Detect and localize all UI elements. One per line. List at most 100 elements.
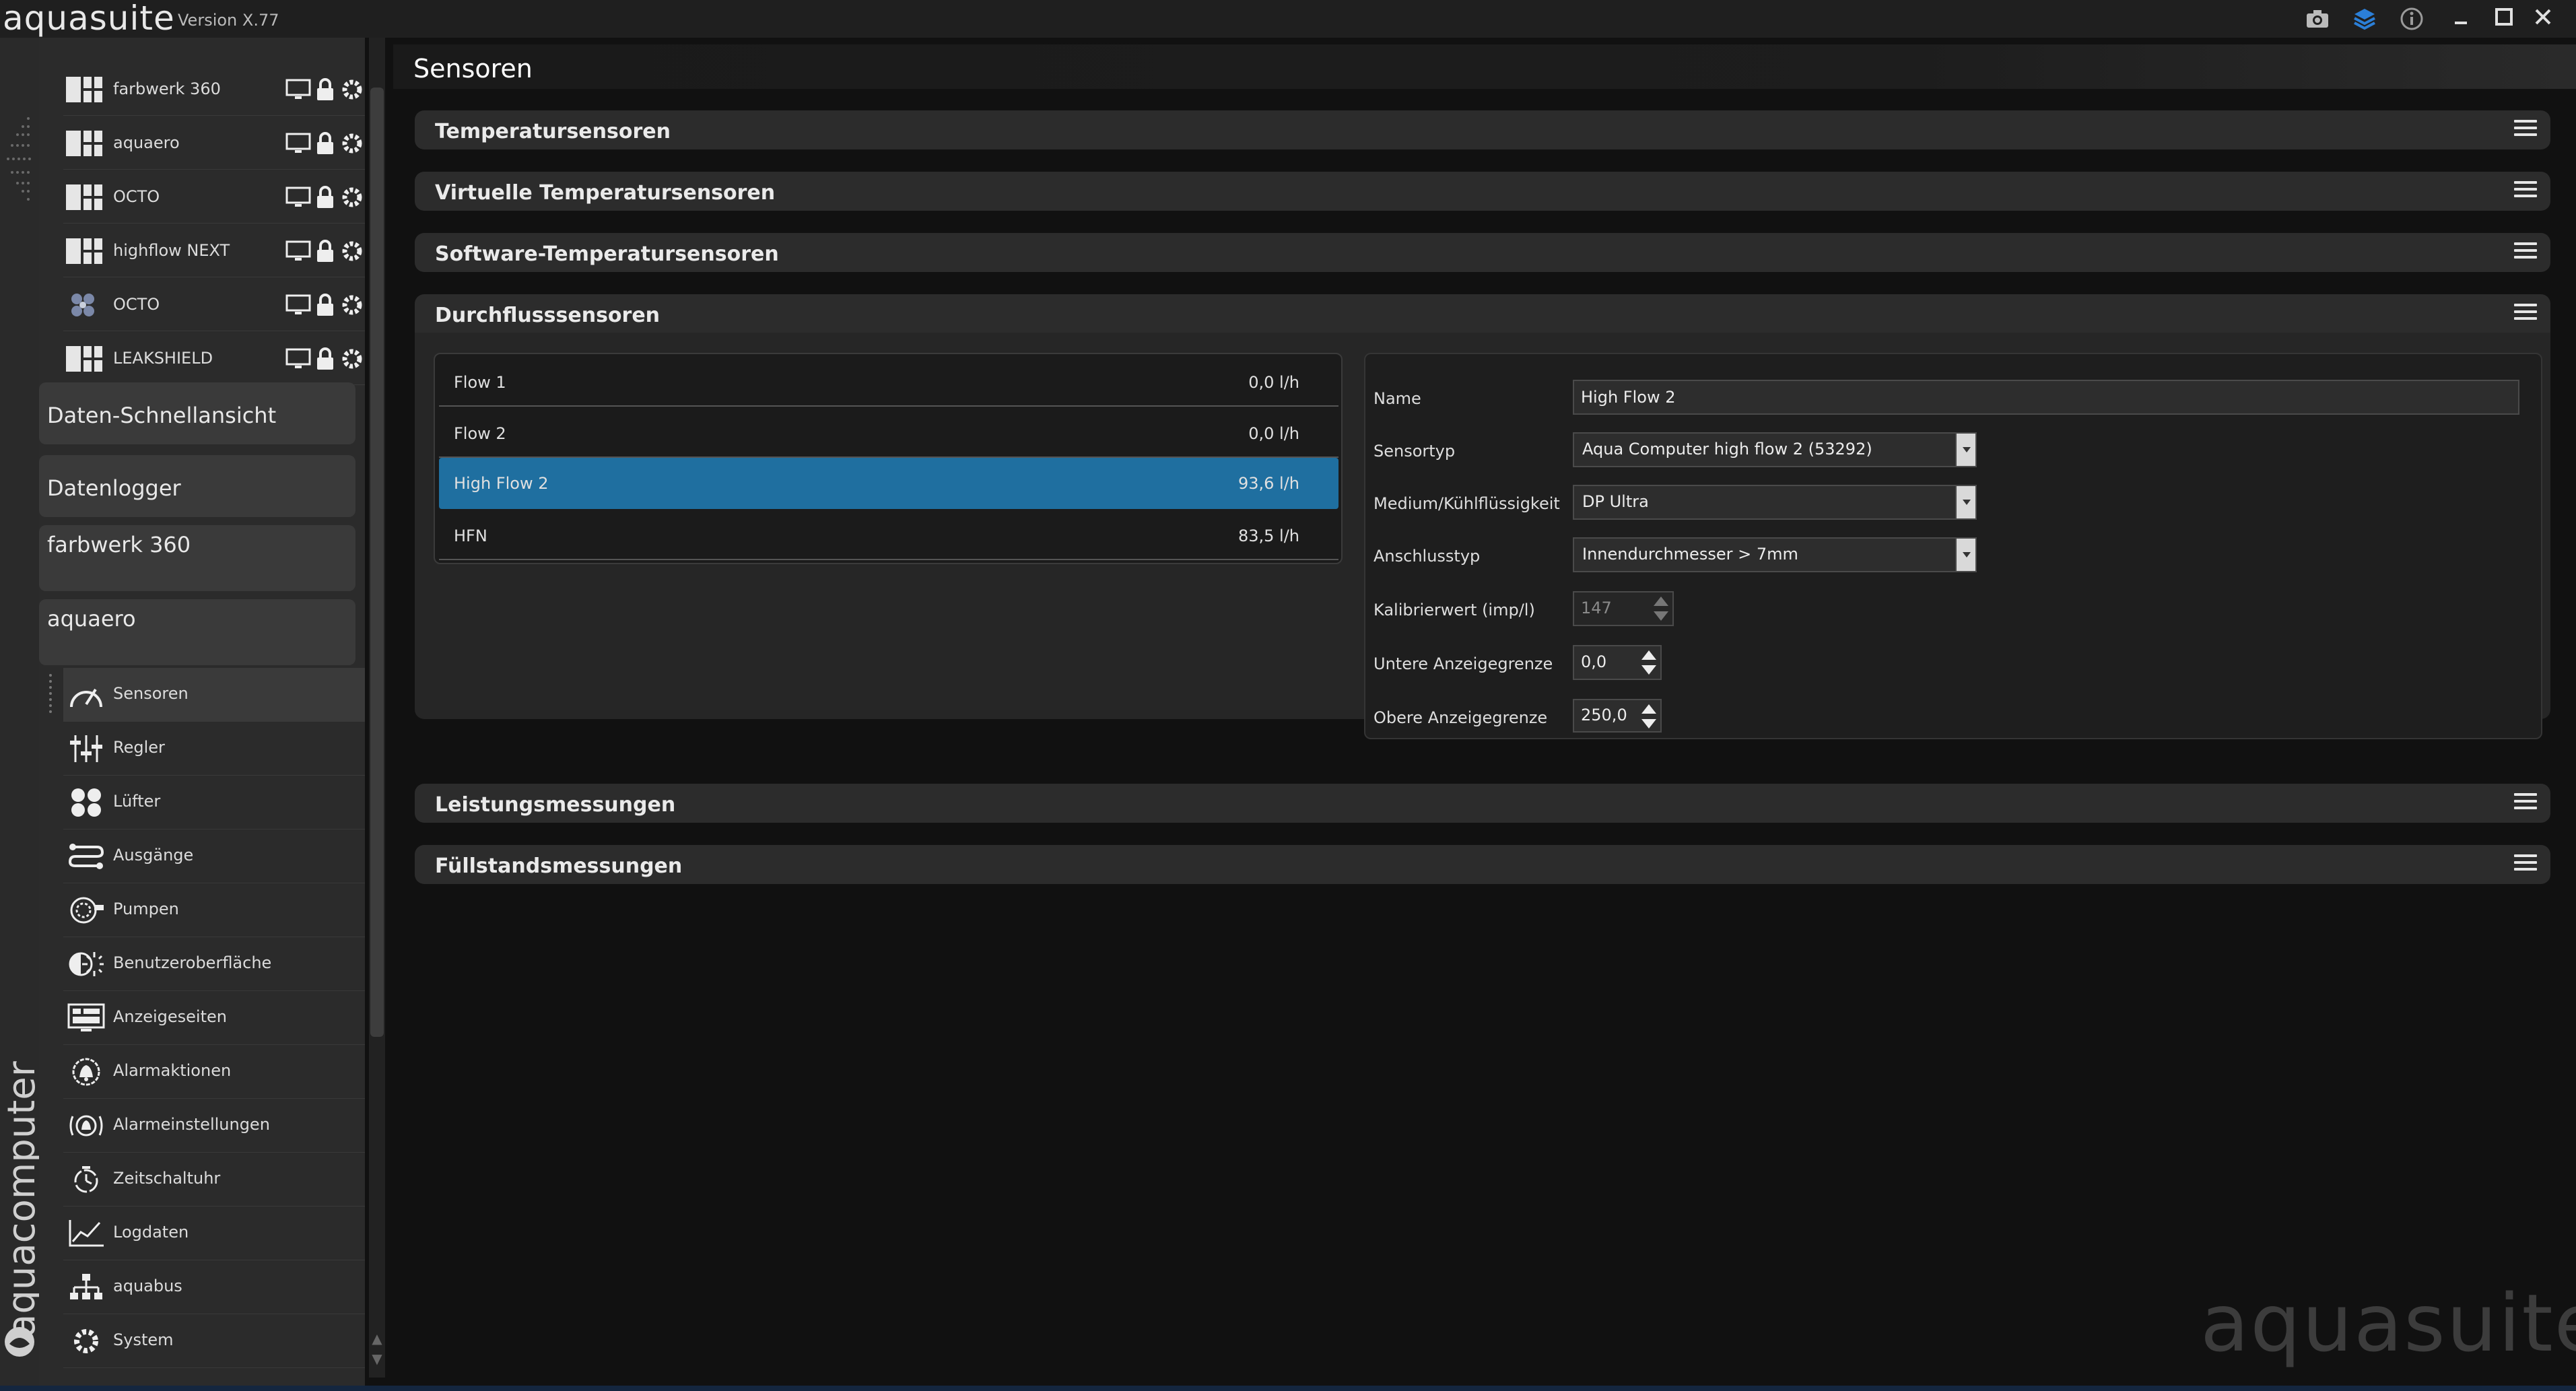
- menu-item-regler[interactable]: Regler: [63, 722, 365, 776]
- accordion-software-temperatursensoren[interactable]: Software-Temperatursensoren: [415, 233, 2550, 272]
- collapse-handle-icon[interactable]: [4, 112, 34, 213]
- accordion-durchflusssensoren[interactable]: Durchflusssensoren: [415, 294, 2550, 333]
- stepper-arrows-icon[interactable]: [1639, 702, 1659, 731]
- sensortype-select[interactable]: Aqua Computer high flow 2 (53292): [1573, 432, 1977, 467]
- flow-list-item[interactable]: Flow 2 0,0 l/h: [439, 408, 1338, 458]
- menu-icon[interactable]: [2514, 854, 2537, 875]
- device-row[interactable]: aquaero: [63, 117, 365, 170]
- gear-icon[interactable]: [339, 346, 365, 372]
- close-button[interactable]: [2526, 0, 2560, 34]
- lock-icon[interactable]: [315, 185, 335, 209]
- connection-select[interactable]: Innendurchmesser > 7mm: [1573, 537, 1977, 572]
- menu-item-system[interactable]: System: [63, 1314, 365, 1368]
- page-title: Sensoren: [413, 54, 533, 83]
- device-row[interactable]: OCTO: [63, 279, 365, 331]
- camera-icon[interactable]: [2303, 4, 2332, 34]
- gear-icon[interactable]: [339, 292, 365, 318]
- menu-item-anzeigeseiten[interactable]: Anzeigeseiten: [63, 991, 365, 1045]
- layers-icon[interactable]: [2350, 4, 2379, 34]
- lock-icon[interactable]: [315, 131, 335, 156]
- menu-label: Alarmeinstellungen: [113, 1115, 270, 1134]
- stepper-arrows-icon[interactable]: [1639, 648, 1659, 677]
- monitor-icon[interactable]: [285, 133, 311, 154]
- menu-item-luefter[interactable]: Lüfter: [63, 776, 365, 829]
- menu-item-alarmaktionen[interactable]: Alarmaktionen: [63, 1045, 365, 1099]
- monitor-icon[interactable]: [285, 186, 311, 208]
- monitor-icon[interactable]: [285, 348, 311, 370]
- gear-icon[interactable]: [339, 131, 365, 156]
- scroll-up-icon[interactable]: ▲: [369, 1330, 385, 1348]
- info-icon[interactable]: [2397, 4, 2427, 34]
- sidebar-scroll-thumb[interactable]: [370, 88, 384, 1037]
- flow-value: 93,6 l/h: [1238, 474, 1299, 493]
- medium-value: DP Ultra: [1582, 492, 1649, 511]
- menu-label: Anzeigeseiten: [113, 1007, 227, 1026]
- minimize-button[interactable]: [2444, 0, 2478, 34]
- accordion-virtuelle-temperatursensoren[interactable]: Virtuelle Temperatursensoren: [415, 172, 2550, 211]
- flow-list-item[interactable]: Flow 1 0,0 l/h: [439, 357, 1338, 407]
- accordion-temperatursensoren[interactable]: Temperatursensoren: [415, 110, 2550, 149]
- quick-view-button[interactable]: Daten-Schnellansicht: [39, 382, 355, 444]
- accordion-title: Software-Temperatursensoren: [435, 242, 779, 266]
- menu-item-alarmeinstellungen[interactable]: Alarmeinstellungen: [63, 1099, 365, 1153]
- menu-label: Zeitschaltuhr: [113, 1169, 221, 1188]
- menu-icon[interactable]: [2514, 242, 2537, 263]
- monitor-icon[interactable]: [285, 240, 311, 262]
- menu-item-ausgaenge[interactable]: Ausgänge: [63, 829, 365, 883]
- chevron-down-icon[interactable]: [1955, 486, 1975, 518]
- device-row[interactable]: farbwerk 360: [63, 63, 365, 116]
- lock-icon[interactable]: [315, 293, 335, 317]
- datalogger-button[interactable]: Datenlogger: [39, 455, 355, 517]
- name-input[interactable]: High Flow 2: [1573, 380, 2519, 415]
- device-grid-icon: [66, 346, 102, 372]
- maximize-button[interactable]: [2487, 0, 2521, 34]
- accordion-fuellstandsmessungen[interactable]: Füllstandsmessungen: [415, 845, 2550, 884]
- flow-list-item[interactable]: HFN 83,5 l/h: [439, 510, 1338, 560]
- lock-icon[interactable]: [315, 239, 335, 263]
- accordion-title: Temperatursensoren: [435, 120, 671, 143]
- chart-line-icon: [69, 1220, 104, 1247]
- device-row[interactable]: highflow NEXT: [63, 225, 365, 277]
- device-label: aquaero: [113, 133, 180, 152]
- menu-item-zeitschaltuhr[interactable]: Zeitschaltuhr: [63, 1153, 365, 1207]
- flow-sensor-detail: Name High Flow 2 Sensortyp Aqua Computer…: [1364, 353, 2542, 739]
- gear-icon: [74, 1329, 98, 1353]
- menu-item-aquabus[interactable]: aquabus: [63, 1260, 365, 1314]
- menu-icon[interactable]: [2514, 181, 2537, 201]
- device-row[interactable]: LEAKSHIELD: [63, 333, 365, 385]
- gear-icon[interactable]: [339, 77, 365, 102]
- menu-item-sensoren[interactable]: Sensoren: [49, 668, 365, 722]
- device-label: OCTO: [113, 295, 160, 314]
- lock-icon[interactable]: [315, 347, 335, 371]
- gear-icon[interactable]: [339, 238, 365, 264]
- lock-icon[interactable]: [315, 77, 335, 102]
- gear-icon[interactable]: [339, 184, 365, 210]
- scroll-down-icon[interactable]: ▼: [369, 1351, 385, 1368]
- farbwerk-section-button[interactable]: farbwerk 360: [39, 525, 355, 591]
- sensortype-label: Sensortyp: [1374, 442, 1456, 461]
- upper-limit-stepper[interactable]: 250,0: [1573, 699, 1662, 733]
- lower-limit-stepper[interactable]: 0,0: [1573, 645, 1662, 680]
- menu-label: Lüfter: [113, 792, 161, 811]
- menu-icon[interactable]: [2514, 120, 2537, 140]
- monitor-icon[interactable]: [285, 294, 311, 316]
- chevron-down-icon[interactable]: [1955, 434, 1975, 466]
- flow-list-item-selected[interactable]: High Flow 2 93,6 l/h: [439, 458, 1338, 509]
- menu-item-pumpen[interactable]: Pumpen: [63, 883, 365, 937]
- monitor-icon[interactable]: [285, 79, 311, 100]
- menu-item-logdaten[interactable]: Logdaten: [63, 1207, 365, 1260]
- device-row[interactable]: OCTO: [63, 171, 365, 224]
- name-label: Name: [1374, 389, 1421, 408]
- menu-icon[interactable]: [2514, 793, 2537, 813]
- aquaero-section-button[interactable]: aquaero: [39, 599, 355, 665]
- chevron-down-icon[interactable]: [1955, 539, 1975, 571]
- flow-name: Flow 1: [454, 373, 506, 392]
- upper-limit-value: 250,0: [1581, 706, 1627, 724]
- accordion-leistungsmessungen[interactable]: Leistungsmessungen: [415, 784, 2550, 823]
- menu-icon[interactable]: [2514, 304, 2537, 324]
- flow-sensor-list: Flow 1 0,0 l/h Flow 2 0,0 l/h High Flow …: [434, 353, 1343, 564]
- menu-label: Ausgänge: [113, 846, 194, 864]
- taskbar-edge: [0, 1386, 2576, 1391]
- medium-select[interactable]: DP Ultra: [1573, 485, 1977, 520]
- menu-item-benutzeroberflaeche[interactable]: Benutzeroberfläche: [63, 937, 365, 991]
